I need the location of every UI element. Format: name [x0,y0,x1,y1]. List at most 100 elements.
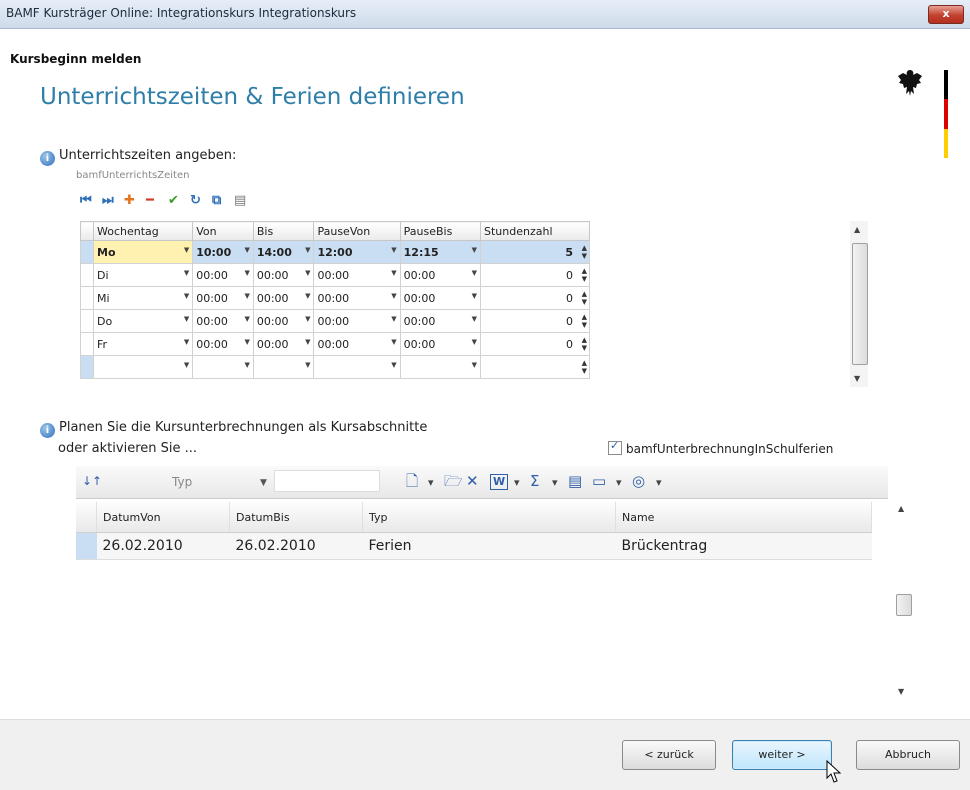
cell-bis[interactable]: ▼ [252,355,315,379]
cell-name[interactable]: Brückentrag [615,532,872,560]
new-document-icon[interactable]: 🗋 [406,472,418,490]
dropdown-arrow-icon[interactable]: ▼ [305,292,310,300]
filter-type-input[interactable] [274,470,380,492]
cell-wochentag[interactable]: Mo ▼ [92,240,194,264]
dropdown-arrow-icon[interactable]: ▼ [391,269,396,277]
cell-wochentag[interactable]: Mi ▼ [92,286,194,310]
table-row[interactable]: Fr ▼ 00:00 ▼ 00:00 ▼ 00:00 ▼ 00:00 ▼ 0 ▲ ▼ [80,332,590,356]
cell-bis[interactable]: 14:00 ▼ [252,240,315,264]
column-header-wochentag[interactable]: Wochentag [92,221,194,241]
cell-von[interactable]: ▼ [192,355,254,379]
dropdown-arrow-icon[interactable]: ▼ [305,269,310,277]
table-row[interactable]: Di ▼ 00:00 ▼ 00:00 ▼ 00:00 ▼ 00:00 ▼ 0 ▲ ▼ [80,263,590,287]
dropdown-arrow-icon[interactable]: ▼ [305,246,310,254]
spinner-icon[interactable]: ▲ ▼ [582,267,587,283]
delete-record-icon[interactable]: ━ [146,192,154,210]
dropdown-arrow-icon[interactable]: ▼ [305,315,310,323]
scroll-up-icon[interactable]: ▲ [854,225,860,234]
cell-bis[interactable]: 00:00 ▼ [252,286,315,310]
cell-pausebis[interactable]: 12:15 ▼ [399,240,482,264]
column-header-pausevon[interactable]: PauseVon [313,221,401,241]
cell-stundenzahl[interactable]: 0 ▲ ▼ [480,263,590,287]
dropdown-arrow-icon[interactable]: ▼ [305,361,310,369]
dropdown-arrow-icon[interactable]: ▼ [472,246,477,254]
cell-wochentag[interactable]: Fr ▼ [92,332,194,356]
column-header-stundenzahl[interactable]: Stundenzahl [480,221,590,241]
next-button[interactable]: weiter > [732,740,832,770]
spinner-icon[interactable]: ▲ ▼ [582,359,587,375]
open-folder-icon[interactable]: 🗁 [444,472,463,490]
cell-pausevon[interactable]: ▼ [313,355,401,379]
lesson-times-grid[interactable]: Wochentag Von Bis PauseVon PauseBis Stun… [80,221,590,379]
dropdown-arrow-icon[interactable]: ▾ [616,474,622,492]
refresh-icon[interactable]: ↻ [190,192,201,210]
filter-dropdown-icon[interactable]: ▼ [260,474,267,492]
table-row[interactable]: 26.02.2010 26.02.2010 Ferien Brückentrag [76,532,872,560]
dropdown-arrow-icon[interactable]: ▼ [472,338,477,346]
spinner-icon[interactable]: ▲ ▼ [582,244,587,260]
cell-bis[interactable]: 00:00 ▼ [252,263,315,287]
row-header[interactable] [80,355,94,379]
scroll-up-icon[interactable]: ▲ [898,504,904,513]
cancel-button[interactable]: Abbruch [856,740,960,770]
dropdown-arrow-icon[interactable]: ▼ [244,269,249,277]
spinner-icon[interactable]: ▲ ▼ [582,313,587,329]
column-header-typ[interactable]: Typ [362,502,616,533]
dropdown-arrow-icon[interactable]: ▼ [244,361,249,369]
table-row[interactable]: Do ▼ 00:00 ▼ 00:00 ▼ 00:00 ▼ 00:00 ▼ 0 ▲ ▼ [80,309,590,333]
spinner-icon[interactable]: ▲ ▼ [582,290,587,306]
cell-stundenzahl[interactable]: 5 ▲ ▼ [480,240,590,264]
dropdown-arrow-icon[interactable]: ▼ [305,338,310,346]
layout-top-icon[interactable]: ▤ [568,472,582,490]
sum-icon[interactable]: Σ [530,472,539,490]
last-record-icon[interactable]: ⏭ [102,192,114,210]
cell-bis[interactable]: 26.02.2010 [229,532,363,560]
dropdown-arrow-icon[interactable]: ▼ [244,315,249,323]
close-button[interactable]: x [928,5,964,24]
row-header[interactable] [80,240,94,264]
cell-pausevon[interactable]: 00:00 ▼ [313,263,401,287]
first-record-icon[interactable]: ⏮ [80,192,92,210]
add-record-icon[interactable]: ✚ [124,192,135,210]
cell-stundenzahl[interactable]: 0 ▲ ▼ [480,332,590,356]
column-header-name[interactable]: Name [615,502,872,533]
dropdown-arrow-icon[interactable]: ▼ [244,246,249,254]
cell-von[interactable]: 10:00 ▼ [192,240,254,264]
row-header[interactable] [76,532,97,560]
spinner-icon[interactable]: ▲ ▼ [582,336,587,352]
dropdown-arrow-icon[interactable]: ▼ [391,338,396,346]
confirm-icon[interactable]: ✔ [168,192,179,210]
cell-bis[interactable]: 00:00 ▼ [252,332,315,356]
cell-pausebis[interactable]: 00:00 ▼ [399,332,482,356]
cell-pausevon[interactable]: 00:00 ▼ [313,286,401,310]
cell-wochentag[interactable]: Di ▼ [92,263,194,287]
cell-pausebis[interactable]: 00:00 ▼ [399,286,482,310]
back-button[interactable]: < zurück [622,740,716,770]
cell-pausebis[interactable]: 00:00 ▼ [399,309,482,333]
dropdown-arrow-icon[interactable]: ▼ [184,292,189,300]
paste-icon[interactable]: ▤ [234,192,246,210]
school-holidays-checkbox-row[interactable]: bamfUnterbrechnungInSchulferien [608,439,833,456]
delete-x-icon[interactable]: ✕ [466,472,479,490]
dropdown-arrow-icon[interactable]: ▼ [472,269,477,277]
row-header[interactable] [80,332,94,356]
dropdown-arrow-icon[interactable]: ▾ [428,474,434,492]
word-export-icon[interactable]: W [490,474,509,490]
cell-stundenzahl[interactable]: 0 ▲ ▼ [480,286,590,310]
copy-icon[interactable]: ⧉ [212,192,221,210]
dropdown-arrow-icon[interactable]: ▼ [391,361,396,369]
settings-icon[interactable]: ◎ [632,472,645,490]
scrollbar-thumb[interactable] [852,243,868,365]
column-header-pausebis[interactable]: PauseBis [399,221,482,241]
cell-wochentag[interactable]: Do ▼ [92,309,194,333]
interruptions-scrollbar[interactable]: ▲ ▼ [894,500,912,700]
dropdown-arrow-icon[interactable]: ▼ [244,338,249,346]
cell-stundenzahl[interactable]: ▲ ▼ [480,355,590,379]
dropdown-arrow-icon[interactable]: ▾ [514,474,520,492]
dropdown-arrow-icon[interactable]: ▼ [184,361,189,369]
column-header-datumbis[interactable]: DatumBis [229,502,363,533]
dropdown-arrow-icon[interactable]: ▼ [472,361,477,369]
column-header-datumvon[interactable]: DatumVon [96,502,230,533]
row-header[interactable] [80,309,94,333]
dropdown-arrow-icon[interactable]: ▼ [184,269,189,277]
